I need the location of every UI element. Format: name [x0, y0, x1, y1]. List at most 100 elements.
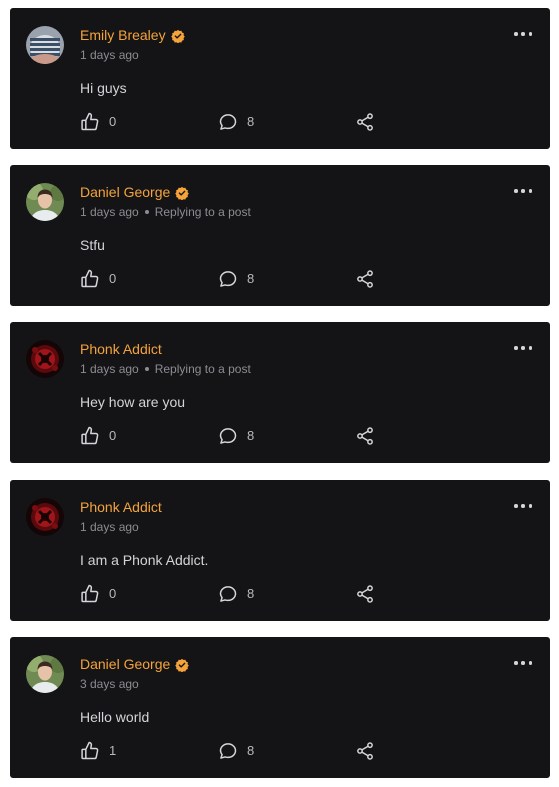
comment-bubble-icon — [218, 112, 238, 132]
post-text: Hey how are you — [80, 394, 186, 410]
more-dot — [514, 504, 518, 508]
more-dot — [528, 661, 532, 665]
more-dot — [521, 346, 525, 350]
verified-badge-icon — [171, 29, 185, 43]
separator-dot — [144, 210, 149, 214]
more-options-button[interactable] — [514, 342, 532, 354]
thumbs-up-icon — [80, 426, 100, 446]
comment-bubble-icon — [218, 584, 238, 604]
more-dot — [528, 346, 532, 350]
thumbs-up-icon — [80, 584, 100, 604]
thumbs-up-icon — [80, 112, 100, 132]
comment-button[interactable]: 8 — [218, 741, 254, 761]
comment-count: 8 — [247, 428, 255, 443]
more-dot — [528, 189, 532, 193]
more-dot — [528, 504, 532, 508]
share-icon — [355, 584, 375, 604]
post-meta: 3 days ago — [80, 677, 139, 691]
post-meta: 1 days ago — [80, 520, 139, 534]
share-button[interactable] — [355, 112, 375, 132]
avatar[interactable] — [26, 498, 64, 536]
author-row: Phonk Addict — [80, 499, 162, 516]
avatar[interactable] — [26, 655, 64, 693]
like-count: 0 — [109, 114, 117, 129]
thumbs-up-icon — [80, 741, 100, 761]
post-text: Hello world — [80, 709, 150, 725]
more-dot — [514, 189, 518, 193]
author-name[interactable]: Phonk Addict — [80, 341, 162, 358]
share-icon — [355, 112, 375, 132]
avatar[interactable] — [26, 340, 64, 378]
post-context[interactable]: Replying to a post — [155, 362, 251, 376]
thumbs-up-icon — [80, 269, 100, 289]
more-dot — [514, 661, 518, 665]
post-time: 1 days ago — [80, 205, 139, 219]
more-options-button[interactable] — [514, 185, 532, 197]
comment-button[interactable]: 8 — [218, 584, 254, 604]
more-dot — [521, 189, 525, 193]
author-row: Daniel George — [80, 184, 189, 201]
share-button[interactable] — [355, 584, 375, 604]
comment-count: 8 — [247, 271, 255, 286]
comment-bubble-icon — [218, 269, 238, 289]
post-text: I am a Phonk Addict. — [80, 552, 209, 568]
like-button[interactable]: 0 — [80, 584, 116, 604]
avatar[interactable] — [26, 183, 64, 221]
comment-button[interactable]: 8 — [218, 112, 254, 132]
share-icon — [355, 741, 375, 761]
more-dot — [521, 504, 525, 508]
share-button[interactable] — [355, 269, 375, 289]
post-time: 3 days ago — [80, 677, 139, 691]
post-card: Emily Brealey 1 days ago Hi guys 0 8 — [10, 8, 550, 149]
comment-bubble-icon — [218, 741, 238, 761]
post-time: 1 days ago — [80, 48, 139, 62]
share-button[interactable] — [355, 741, 375, 761]
like-count: 0 — [109, 271, 117, 286]
author-name[interactable]: Daniel George — [80, 656, 170, 673]
like-button[interactable]: 1 — [80, 741, 116, 761]
more-dot — [521, 661, 525, 665]
like-button[interactable]: 0 — [80, 269, 116, 289]
post-card: Daniel George 3 days ago Hello world 1 8 — [10, 637, 550, 778]
more-dot — [514, 346, 518, 350]
post-card: Daniel George 1 days ago Replying to a p… — [10, 165, 550, 306]
author-name[interactable]: Emily Brealey — [80, 27, 166, 44]
like-count: 1 — [109, 743, 117, 758]
comment-count: 8 — [247, 586, 255, 601]
more-options-button[interactable] — [514, 28, 532, 40]
post-time: 1 days ago — [80, 362, 139, 376]
post-meta: 1 days ago — [80, 48, 139, 62]
more-dot — [521, 32, 525, 36]
post-card: Phonk Addict 1 days ago I am a Phonk Add… — [10, 480, 550, 621]
share-icon — [355, 269, 375, 289]
like-count: 0 — [109, 586, 117, 601]
post-context[interactable]: Replying to a post — [155, 205, 251, 219]
author-row: Daniel George — [80, 656, 189, 673]
post-meta: 1 days ago Replying to a post — [80, 205, 251, 219]
post-meta: 1 days ago Replying to a post — [80, 362, 251, 376]
author-name[interactable]: Daniel George — [80, 184, 170, 201]
post-text: Stfu — [80, 237, 105, 253]
avatar[interactable] — [26, 26, 64, 64]
author-row: Emily Brealey — [80, 27, 185, 44]
comment-count: 8 — [247, 114, 255, 129]
author-name[interactable]: Phonk Addict — [80, 499, 162, 516]
like-button[interactable]: 0 — [80, 112, 116, 132]
comment-button[interactable]: 8 — [218, 426, 254, 446]
post-card: Phonk Addict 1 days ago Replying to a po… — [10, 322, 550, 463]
post-text: Hi guys — [80, 80, 127, 96]
more-dot — [528, 32, 532, 36]
author-row: Phonk Addict — [80, 341, 162, 358]
like-button[interactable]: 0 — [80, 426, 116, 446]
share-button[interactable] — [355, 426, 375, 446]
comment-count: 8 — [247, 743, 255, 758]
share-icon — [355, 426, 375, 446]
verified-badge-icon — [175, 186, 189, 200]
more-dot — [514, 32, 518, 36]
comment-button[interactable]: 8 — [218, 269, 254, 289]
more-options-button[interactable] — [514, 500, 532, 512]
more-options-button[interactable] — [514, 657, 532, 669]
post-time: 1 days ago — [80, 520, 139, 534]
comment-bubble-icon — [218, 426, 238, 446]
separator-dot — [144, 367, 149, 371]
